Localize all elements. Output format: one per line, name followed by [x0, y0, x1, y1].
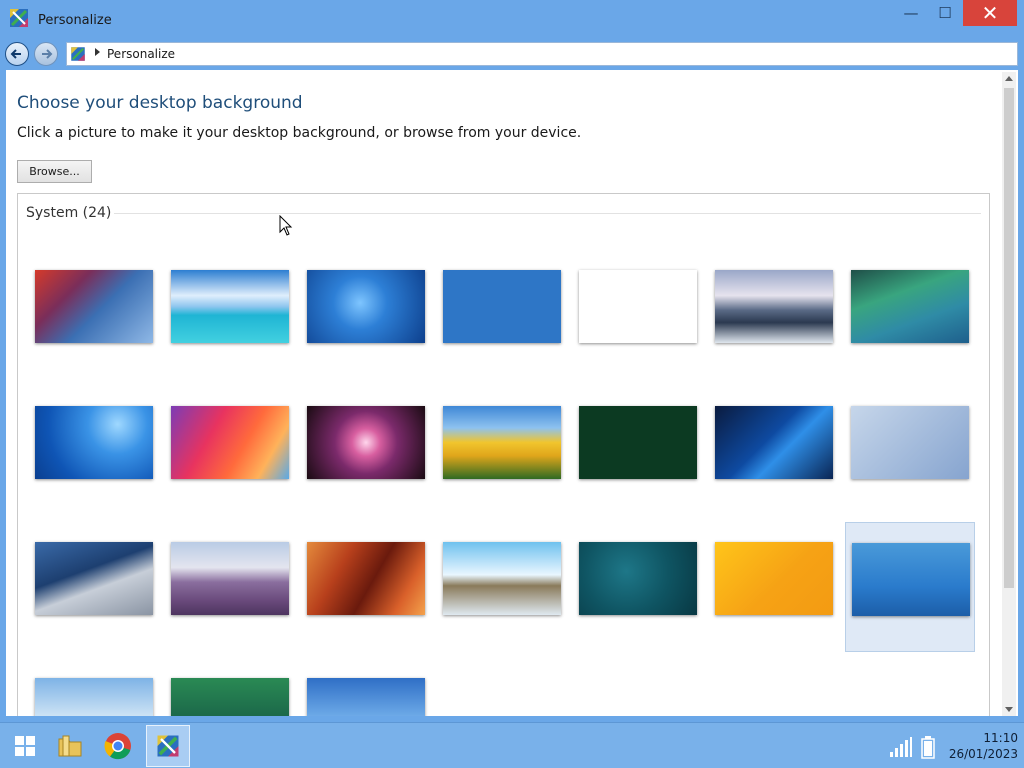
personalize-icon — [71, 47, 85, 61]
wallpaper-thumbnail-flying-island[interactable] — [437, 522, 567, 652]
taskbar-personalize[interactable] — [146, 725, 190, 767]
group-label: System (24) — [26, 205, 118, 221]
wallpaper-image — [715, 270, 833, 343]
wallpaper-thumbnail-windows-10-hero[interactable] — [709, 386, 839, 516]
close-icon: ✕ — [981, 1, 999, 25]
wallpaper-image — [715, 406, 833, 479]
window-title: Personalize — [38, 13, 112, 28]
breadcrumb-caret-icon[interactable] — [95, 48, 100, 56]
wallpaper-image — [443, 270, 561, 343]
taskbar: 11:10 26/01/2023 — [0, 722, 1024, 768]
wallpaper-image — [851, 270, 969, 343]
folder-icon — [58, 735, 82, 757]
arrow-right-icon — [42, 49, 53, 59]
wallpaper-thumbnail-teal-abstract[interactable] — [573, 522, 703, 652]
wallpaper-image — [307, 270, 425, 343]
chrome-icon — [104, 733, 131, 760]
mouse-cursor-icon — [279, 215, 293, 236]
wallpaper-image — [171, 678, 289, 716]
wallpaper-thumbnail-water-lilies[interactable] — [573, 386, 703, 516]
wallpaper-thumbnail-purple-dahlia[interactable] — [301, 386, 431, 516]
taskbar-file-explorer[interactable] — [48, 725, 92, 767]
wallpaper-thumbnail-windows-8-blue[interactable] — [29, 386, 159, 516]
wallpaper-image — [579, 270, 697, 343]
wallpaper-thumbnail-aurora[interactable] — [845, 250, 975, 380]
wallpaper-thumbnail-blue-sky[interactable] — [301, 658, 431, 716]
page-title: Choose your desktop background — [17, 93, 303, 113]
wallpaper-image — [852, 543, 970, 616]
wallpaper-image — [35, 542, 153, 615]
wallpaper-thumbnail-macos-big-sur[interactable] — [165, 386, 295, 516]
wallpaper-image — [579, 542, 697, 615]
wallpaper-thumbnail-suitcase[interactable] — [573, 250, 703, 380]
minimize-icon: — — [903, 4, 919, 22]
battery-icon[interactable] — [920, 735, 936, 759]
wallpaper-thumbnail-lavender-field[interactable] — [165, 522, 295, 652]
clock-time: 11:10 — [983, 731, 1018, 745]
main-content: Choose your desktop background Click a p… — [6, 70, 1018, 716]
wallpaper-thumbnail-green-aurora[interactable] — [165, 658, 295, 716]
wallpaper-thumbnail-icy-lake-sunset[interactable] — [709, 250, 839, 380]
clock[interactable]: 11:10 26/01/2023 — [940, 730, 1018, 762]
scroll-thumb[interactable] — [1004, 88, 1014, 588]
group-divider — [114, 213, 981, 214]
close-button[interactable]: ✕ — [963, 0, 1017, 26]
wallpaper-image — [443, 542, 561, 615]
address-bar[interactable]: Personalize — [66, 42, 1018, 66]
scroll-down-icon[interactable] — [1005, 707, 1013, 712]
wallpaper-image — [307, 542, 425, 615]
vertical-scrollbar[interactable] — [1002, 72, 1016, 716]
back-button[interactable] — [5, 42, 29, 66]
minimize-button[interactable]: — — [896, 0, 926, 26]
wallpaper-image — [35, 678, 153, 716]
browse-button[interactable]: Browse... — [17, 160, 92, 183]
wallpaper-thumbnail-yellow-tulips[interactable] — [437, 386, 567, 516]
wallpaper-thumbnail-red-canyon[interactable] — [301, 522, 431, 652]
wallpaper-thumbnail-selfridges-building[interactable] — [29, 522, 159, 652]
wallpaper-image — [851, 406, 969, 479]
start-button[interactable] — [4, 723, 46, 768]
taskbar-chrome[interactable] — [96, 725, 140, 767]
arrow-left-icon — [10, 49, 21, 59]
wallpaper-thumbnail-clouds[interactable] — [29, 658, 159, 716]
wallpaper-image — [715, 542, 833, 615]
personalize-app-icon — [10, 9, 28, 27]
wallpaper-thumbnail-windows-7[interactable] — [301, 250, 431, 380]
clock-date: 26/01/2023 — [948, 747, 1018, 761]
wallpaper-thumbnail-windows-8-yellow[interactable] — [709, 522, 839, 652]
wallpaper-thumbnail-windows-11-bloom[interactable] — [845, 386, 975, 516]
maximize-button[interactable]: ☐ — [930, 0, 960, 26]
wallpaper-image — [171, 542, 289, 615]
wallpaper-thumbnail-daisies[interactable] — [845, 522, 975, 652]
wallpaper-thumbnail-tropical-beach[interactable] — [165, 250, 295, 380]
forward-button[interactable] — [34, 42, 58, 66]
personalize-icon — [157, 735, 179, 757]
wallpaper-image — [171, 406, 289, 479]
title-bar[interactable]: Personalize — ☐ ✕ — [0, 0, 1024, 40]
wallpaper-image — [307, 678, 425, 716]
wallpaper-thumbnail-seattle-space-needle[interactable] — [29, 250, 159, 380]
signal-icon[interactable] — [889, 736, 913, 758]
scroll-up-icon[interactable] — [1005, 76, 1013, 81]
wallpaper-image — [35, 406, 153, 479]
wallpaper-image — [307, 406, 425, 479]
windows-logo-icon — [15, 736, 35, 756]
instruction-text: Click a picture to make it your desktop … — [17, 125, 582, 141]
personalize-window: Personalize — ☐ ✕ Personalize Choose you… — [0, 0, 1024, 722]
wallpaper-image — [35, 270, 153, 343]
wallpaper-image — [443, 406, 561, 479]
navigation-bar: Personalize — [0, 40, 1024, 68]
maximize-icon: ☐ — [938, 4, 952, 22]
wallpaper-image — [171, 270, 289, 343]
wallpaper-thumbnail-goldfish[interactable] — [437, 250, 567, 380]
wallpaper-image — [579, 406, 697, 479]
breadcrumb-personalize[interactable]: Personalize — [107, 47, 175, 61]
